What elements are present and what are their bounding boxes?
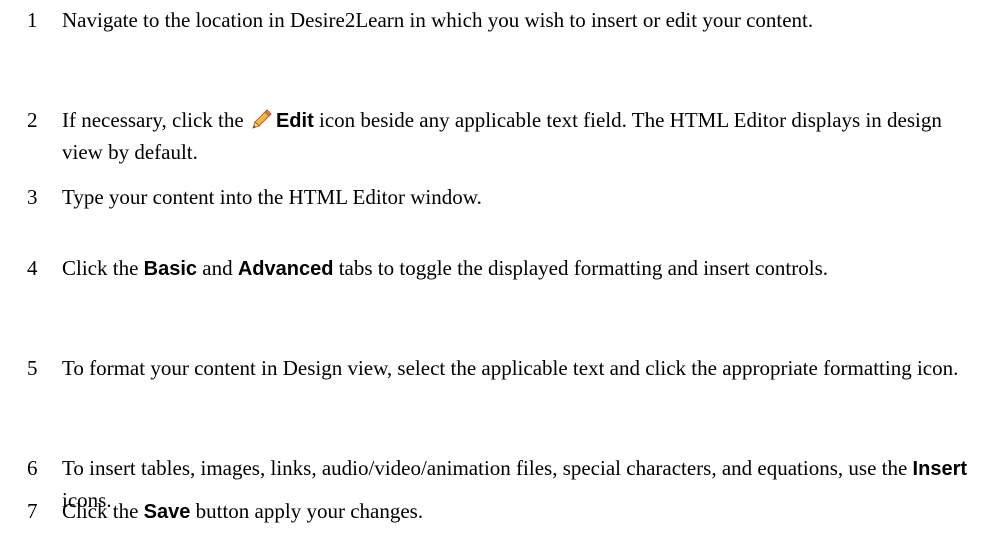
step-text: Click the Save button apply your changes…: [62, 496, 982, 528]
step-number: 4: [27, 256, 38, 280]
ui-term-insert: Insert: [912, 458, 968, 480]
step-text: If necessary, click the Edit icon beside…: [62, 105, 982, 168]
step-text-segment: To insert tables, images, links, audio/v…: [62, 456, 913, 480]
ui-term-basic: Basic: [143, 258, 198, 280]
pencil-icon: [251, 108, 273, 130]
step-text: To format your content in Design view, s…: [62, 353, 982, 384]
step-number: 7: [27, 499, 38, 523]
step-number: 1: [27, 8, 38, 32]
step-text-segment: and: [197, 256, 238, 280]
step-text: Type your content into the HTML Editor w…: [62, 182, 982, 213]
step-number: 3: [27, 185, 38, 209]
step-number: 6: [27, 456, 38, 480]
step-number: 5: [27, 356, 38, 380]
ui-term-save: Save: [143, 501, 191, 523]
ui-term-advanced: Advanced: [237, 258, 334, 280]
step-text-segment: To format your content in Design view, s…: [62, 356, 959, 380]
step-text: Navigate to the location in Desire2Learn…: [62, 5, 982, 36]
step-text-segment: Type your content into the HTML Editor w…: [62, 185, 482, 209]
step-text-segment: Click the: [62, 499, 144, 523]
step-text-segment: If necessary, click the: [62, 108, 249, 132]
step-text: Click the Basic and Advanced tabs to tog…: [62, 253, 982, 285]
ui-term-edit: Edit: [275, 110, 314, 132]
step-text-segment: Navigate to the location in Desire2Learn…: [62, 8, 814, 32]
step-number: 2: [27, 108, 38, 132]
step-text-segment: button apply your changes.: [190, 499, 424, 523]
step-text-segment: tabs to toggle the displayed formatting …: [333, 256, 829, 280]
step-text-segment: Click the: [62, 256, 144, 280]
